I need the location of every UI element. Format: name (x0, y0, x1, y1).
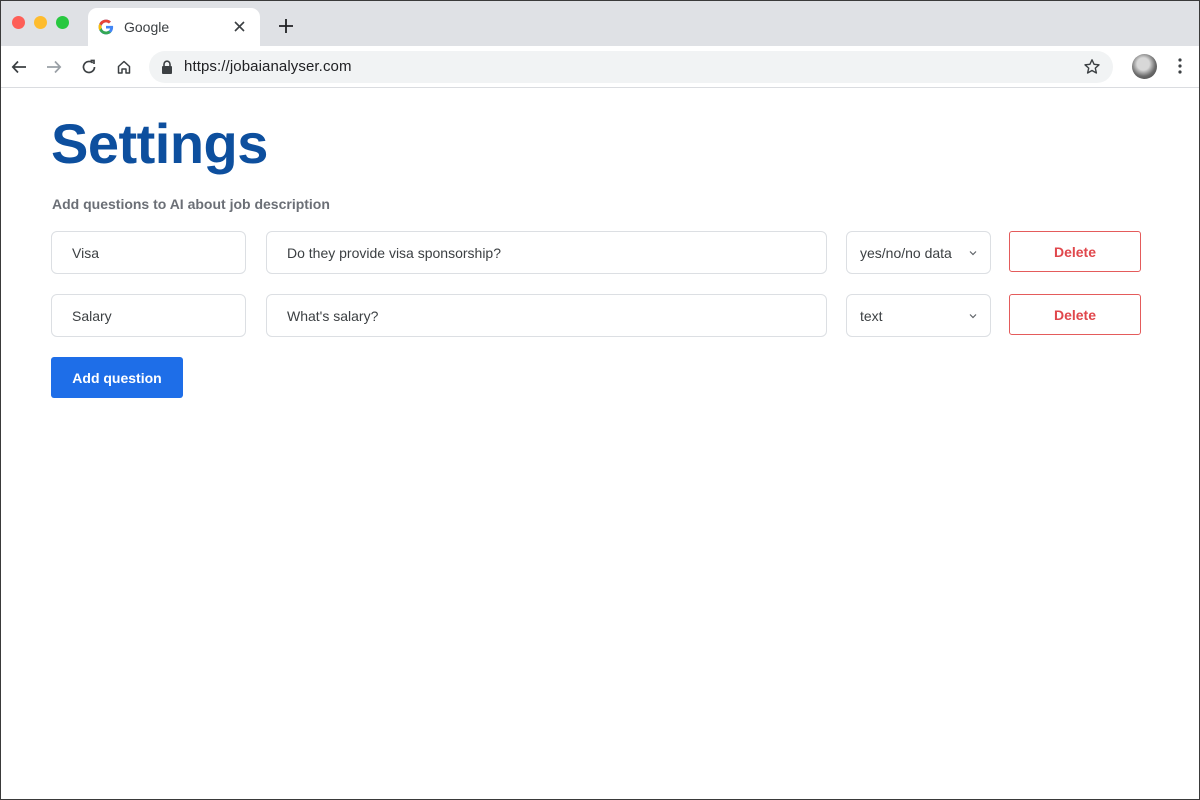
kebab-menu-icon (1178, 58, 1182, 74)
home-icon (117, 60, 131, 74)
answer-type-value: yes/no/no data (860, 245, 952, 261)
chevron-down-icon (969, 314, 977, 319)
reload-icon (82, 59, 96, 74)
lock-icon (162, 60, 172, 74)
add-question-button[interactable]: Add question (51, 357, 183, 398)
close-icon (233, 20, 245, 32)
delete-question-button[interactable]: Delete (1009, 294, 1141, 335)
plus-icon (279, 19, 293, 33)
page-content: Settings Add questions to AI about job d… (1, 89, 1199, 799)
url-text: https://jobaianalyser.com (184, 58, 352, 75)
delete-question-button[interactable]: Delete (1009, 231, 1141, 272)
chevron-down-icon (969, 251, 977, 256)
browser-toolbar: https://jobaianalyser.com (1, 46, 1199, 88)
answer-type-select[interactable]: yes/no/no data (846, 231, 991, 274)
tab-title: Google (124, 19, 170, 35)
home-button[interactable] (114, 57, 134, 77)
answer-type-select[interactable]: text (846, 294, 991, 337)
answer-type-value: text (860, 308, 883, 324)
browser-tab[interactable]: Google (88, 8, 260, 46)
browser-menu-button[interactable] (1172, 56, 1188, 76)
browser-window: Google https://jobaianalyser.com Setting… (0, 0, 1200, 800)
question-name-input[interactable] (51, 294, 246, 337)
star-icon[interactable] (1083, 58, 1101, 76)
profile-avatar[interactable] (1132, 54, 1157, 79)
maximize-window-button[interactable] (56, 16, 69, 29)
tab-close-button[interactable] (230, 17, 248, 35)
question-text-input[interactable] (266, 231, 827, 274)
tab-strip: Google (1, 1, 1199, 46)
page-subtitle: Add questions to AI about job descriptio… (52, 196, 330, 212)
minimize-window-button[interactable] (34, 16, 47, 29)
question-text-input[interactable] (266, 294, 827, 337)
new-tab-button[interactable] (275, 15, 297, 37)
question-row: text Delete (1, 294, 1199, 338)
forward-arrow-icon (47, 60, 62, 74)
forward-button[interactable] (44, 57, 64, 77)
question-row: yes/no/no data Delete (1, 231, 1199, 275)
question-name-input[interactable] (51, 231, 246, 274)
google-g-icon (98, 19, 114, 35)
back-arrow-icon (11, 60, 26, 74)
address-bar[interactable]: https://jobaianalyser.com (149, 51, 1113, 83)
back-button[interactable] (9, 57, 29, 77)
reload-button[interactable] (79, 57, 99, 77)
close-window-button[interactable] (12, 16, 25, 29)
page-title: Settings (51, 112, 268, 175)
